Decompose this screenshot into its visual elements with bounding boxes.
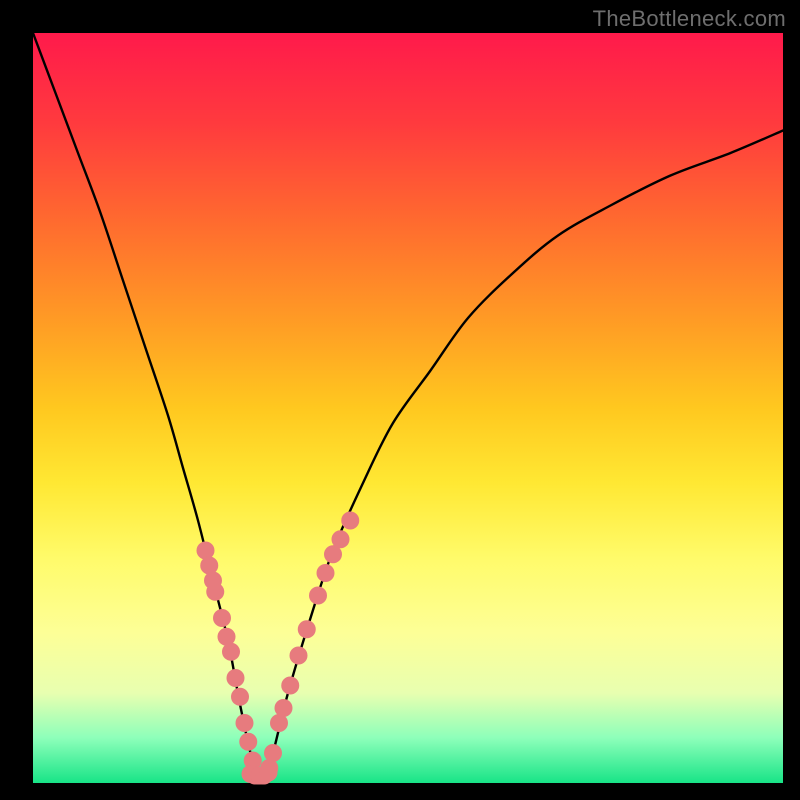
data-point [206,583,224,601]
markers-left-group [197,542,272,785]
markers-bottom-group [242,764,278,785]
data-point [222,643,240,661]
data-point [231,688,249,706]
data-point [197,542,215,560]
data-point [317,564,335,582]
data-point [213,609,231,627]
data-point [227,669,245,687]
data-point [236,714,254,732]
data-point [281,677,299,695]
chart-svg [33,33,783,783]
data-point [298,620,316,638]
data-point [275,699,293,717]
data-point [239,733,257,751]
data-point [332,530,350,548]
data-point [309,587,327,605]
data-point [290,647,308,665]
plot-area [33,33,783,783]
data-point [200,557,218,575]
bottleneck-curve [33,33,783,778]
watermark-text: TheBottleneck.com [593,6,786,32]
data-point [264,744,282,762]
data-point [260,764,278,782]
data-point [341,512,359,530]
markers-right-group [260,512,359,778]
chart-frame: TheBottleneck.com [0,0,800,800]
